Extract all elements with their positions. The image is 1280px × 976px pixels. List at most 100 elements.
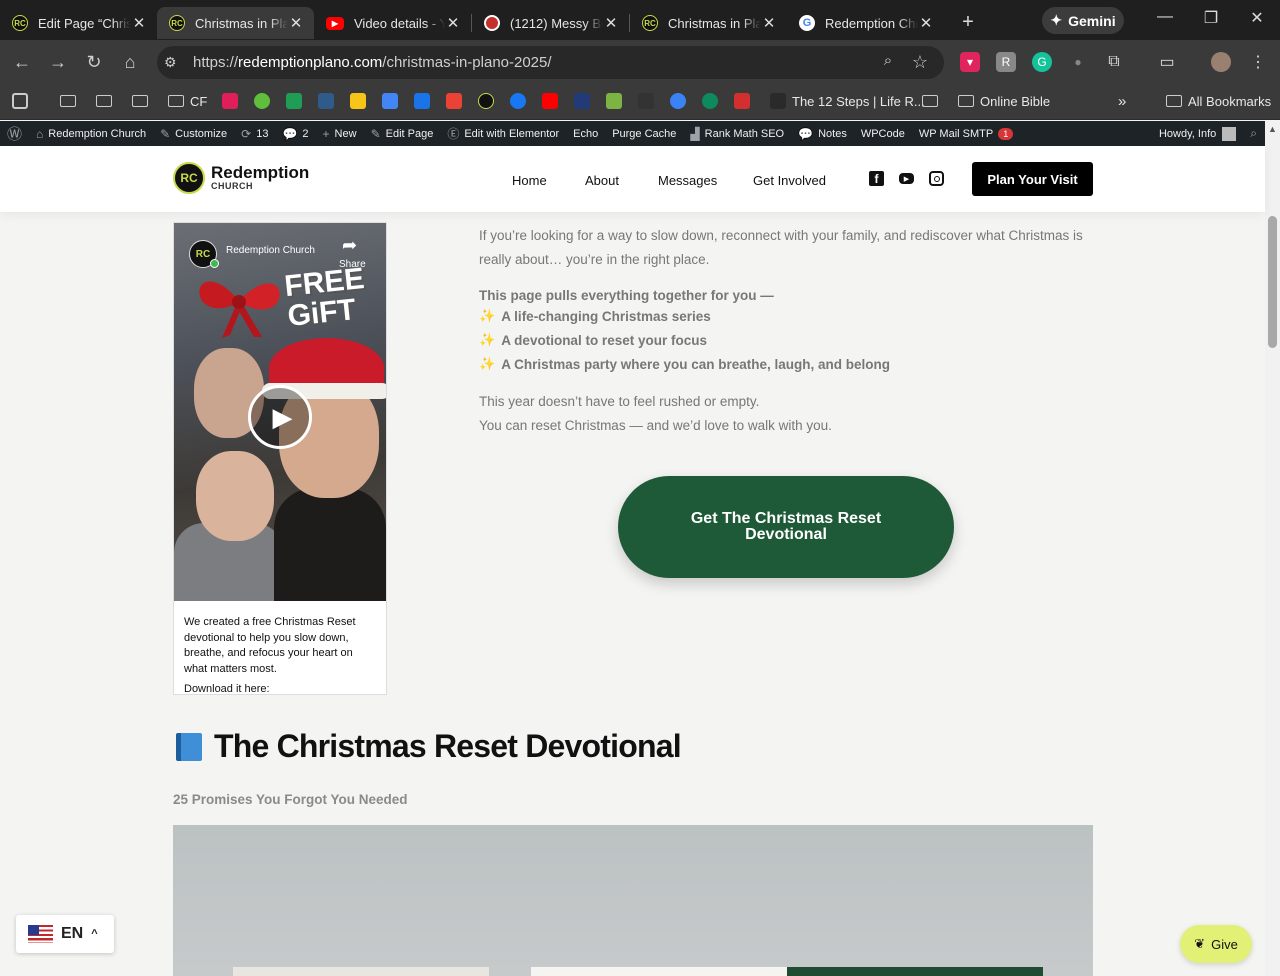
pocket-icon[interactable]: ▾ <box>960 52 980 72</box>
nav-get-involved[interactable]: Get Involved <box>753 173 826 188</box>
back-icon[interactable]: ← <box>10 52 34 73</box>
bookmark-folder[interactable] <box>96 92 112 110</box>
bookmark-folder[interactable] <box>132 92 148 110</box>
bookmark-extension[interactable] <box>318 92 334 110</box>
site-info-icon[interactable]: ⚙ <box>164 54 180 70</box>
bookmark-list[interactable] <box>606 92 622 110</box>
bookmark-pdf[interactable] <box>734 92 750 110</box>
wp-new[interactable]: + New <box>316 127 364 141</box>
bookmark-folder[interactable] <box>60 92 76 110</box>
extensions-icon[interactable]: ⧉ <box>1104 52 1124 72</box>
language-switcher[interactable]: EN ^ <box>16 915 114 953</box>
all-bookmarks[interactable]: All Bookmarks <box>1166 92 1271 110</box>
wp-customize[interactable]: ✎ Customize <box>153 127 234 141</box>
apps-icon[interactable] <box>12 92 28 110</box>
bookmark-star-icon[interactable]: ☆ <box>908 52 932 73</box>
wp-account[interactable]: Howdy, Info ⌕ <box>1159 121 1257 146</box>
plan-your-visit-button[interactable]: Plan Your Visit <box>972 162 1093 196</box>
bookmark-folder[interactable] <box>922 92 938 110</box>
gemini-button[interactable]: ✦ Gemini <box>1042 7 1124 34</box>
home-icon[interactable]: ⌂ <box>118 52 142 73</box>
scroll-up-icon[interactable]: ▲ <box>1268 124 1277 134</box>
reload-icon[interactable]: ↻ <box>82 52 106 73</box>
channel-name[interactable]: Redemption Church <box>226 245 315 256</box>
bookmark-ui[interactable] <box>574 92 590 110</box>
search-icon[interactable]: ⌕ <box>1250 126 1257 141</box>
tab-edit-page[interactable]: RC Edit Page “Christ ✕ <box>0 7 157 39</box>
forward-icon[interactable]: → <box>46 52 70 73</box>
nav-messages[interactable]: Messages <box>658 173 717 188</box>
thumbnail-person <box>196 451 274 541</box>
wp-notes[interactable]: 💬 Notes <box>791 127 854 141</box>
wp-edit-page[interactable]: ✎ Edit Page <box>364 127 441 141</box>
close-icon[interactable]: ✕ <box>445 14 461 32</box>
bookmark-cf[interactable]: CF <box>168 92 207 110</box>
play-button[interactable]: ▶ <box>248 385 312 449</box>
grammarly-icon[interactable]: G <box>1032 52 1052 72</box>
pencil-icon: ✎ <box>370 126 381 141</box>
wp-wpcode[interactable]: WPCode <box>854 128 912 140</box>
close-icon[interactable]: ✕ <box>918 14 934 32</box>
bookmark-dw[interactable] <box>638 92 654 110</box>
bookmark-calendar[interactable] <box>414 92 430 110</box>
profile-avatar[interactable] <box>1211 52 1231 72</box>
tab-christmas-in-plano-2[interactable]: RC Christmas in Pla ✕ <box>630 7 787 39</box>
share-label[interactable]: Share <box>339 259 366 270</box>
new-tab-button[interactable]: + <box>954 11 982 34</box>
bookmark-online-bible[interactable]: Online Bible <box>958 92 1050 110</box>
devotional-subtitle: 25 Promises You Forgot You Needed <box>173 792 408 807</box>
zoom-icon[interactable]: ⌕ <box>876 52 900 69</box>
tab-redemption-google[interactable]: G Redemption Chu ✕ <box>787 7 944 39</box>
minimize-icon[interactable]: — <box>1150 8 1180 26</box>
get-devotional-button[interactable]: Get The Christmas Reset Devotional <box>618 476 954 578</box>
menu-icon[interactable]: ⋮ <box>1248 52 1268 72</box>
instagram-icon[interactable] <box>929 171 944 186</box>
share-icon[interactable]: ➦ <box>342 235 357 256</box>
nav-about[interactable]: About <box>585 173 619 188</box>
wp-site-name[interactable]: ⌂ Redemption Church <box>29 127 153 141</box>
close-icon[interactable]: ✕ <box>288 14 304 32</box>
tab-video-details[interactable]: ▶ Video details - Y ✕ <box>314 7 471 39</box>
rank-extension-icon[interactable]: R <box>996 52 1016 72</box>
nav-home[interactable]: Home <box>512 173 547 188</box>
pdf-icon <box>734 93 750 109</box>
video-thumbnail[interactable]: FREE GiFT RC Redemption Church ➦ Share ▶ <box>174 223 386 601</box>
scrollbar-thumb[interactable] <box>1268 216 1277 348</box>
wp-comments[interactable]: 💬 2 <box>275 127 315 141</box>
bookmark-gloo[interactable] <box>254 92 270 110</box>
facebook-icon[interactable]: f <box>869 171 884 186</box>
bookmark-sheets[interactable] <box>286 92 302 110</box>
bookmark-c[interactable] <box>670 92 686 110</box>
url-bar[interactable]: https://redemptionplano.com/christmas-in… <box>157 46 944 79</box>
bookmark-12-steps[interactable]: The 12 Steps | Life R... <box>770 92 925 110</box>
bookmark-keep[interactable] <box>350 92 366 110</box>
wp-echo[interactable]: Echo <box>566 128 605 140</box>
wp-updates[interactable]: ⟳ 13 <box>234 127 275 141</box>
bookmark-docs[interactable] <box>382 92 398 110</box>
site-logo[interactable]: RC Redemption CHURCH <box>173 162 309 194</box>
tab-messy-be[interactable]: (1212) Messy Be ✕ <box>472 7 629 39</box>
tab-christmas-in-plano-active[interactable]: RC Christmas in Pla ✕ <box>157 7 314 39</box>
close-icon[interactable]: ✕ <box>131 14 147 32</box>
bookmark-rc[interactable] <box>478 92 494 110</box>
wp-mail-smtp[interactable]: WP Mail SMTP 1 <box>912 127 1020 140</box>
give-button[interactable]: ❦ Give <box>1180 925 1252 963</box>
youtube-icon[interactable]: ▶ <box>899 173 914 184</box>
window-close-icon[interactable]: ✕ <box>1242 8 1272 28</box>
gift-bow-icon <box>199 281 280 338</box>
more-bookmarks-icon[interactable]: » <box>1118 92 1126 110</box>
reading-list-icon[interactable]: ▭ <box>1157 52 1177 72</box>
wp-logo[interactable]: Ⓦ <box>0 123 29 144</box>
wp-rank-math[interactable]: ▟ Rank Math SEO <box>683 127 791 141</box>
bookmark-gmail[interactable] <box>446 92 462 110</box>
close-icon[interactable]: ✕ <box>761 14 777 32</box>
bookmark-slack[interactable] <box>222 92 238 110</box>
wp-purge-cache[interactable]: Purge Cache <box>605 128 683 140</box>
microphone-icon[interactable]: ● <box>1068 52 1088 72</box>
restore-icon[interactable]: ❐ <box>1196 8 1226 28</box>
bookmark-facebook[interactable] <box>510 92 526 110</box>
wp-elementor[interactable]: Ⓔ Edit with Elementor <box>440 125 566 142</box>
close-icon[interactable]: ✕ <box>603 14 619 32</box>
bookmark-youtube[interactable] <box>542 92 558 110</box>
bookmark-podcast[interactable] <box>702 92 718 110</box>
